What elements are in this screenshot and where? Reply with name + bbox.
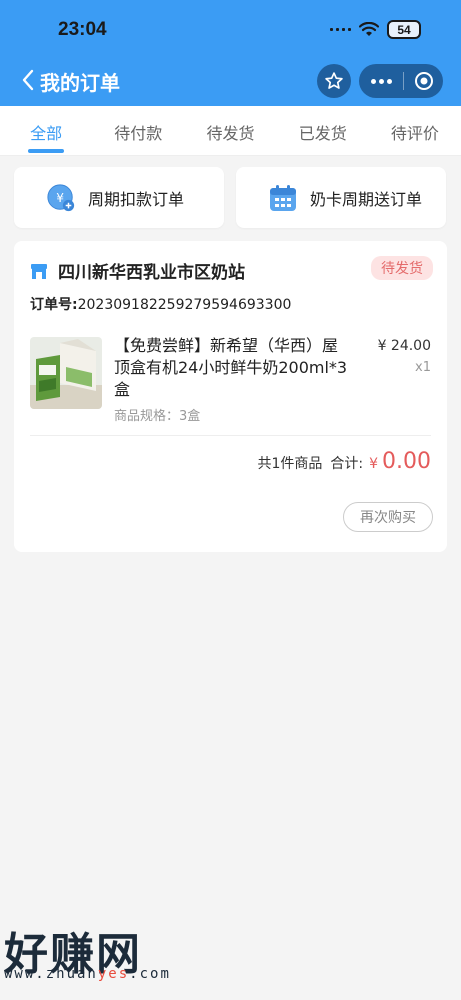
product-title[interactable]: 【免费尝鲜】新希望（华西）屋顶盒有机24小时鲜牛奶200ml*3盒 bbox=[114, 335, 352, 401]
battery-indicator: 54 bbox=[387, 20, 421, 39]
page-title: 我的订单 bbox=[40, 71, 120, 95]
order-number-label: 订单号: bbox=[30, 297, 78, 313]
watermark-url: www.zhuanyes.com bbox=[4, 966, 171, 982]
more-dots-icon[interactable] bbox=[359, 78, 403, 84]
miniprogram-capsule bbox=[359, 64, 443, 98]
yen-coin-icon: ¥ bbox=[46, 183, 76, 213]
tab-pending-review[interactable]: 待评价 bbox=[369, 106, 461, 155]
watermark-url-part: .com bbox=[129, 966, 171, 982]
product-spec: 商品规格：3盒 bbox=[114, 409, 201, 424]
quick-label: 奶卡周期送订单 bbox=[310, 189, 423, 209]
calendar-icon bbox=[268, 183, 298, 213]
tab-label: 全部 bbox=[30, 124, 63, 143]
chevron-left-icon[interactable] bbox=[22, 69, 34, 91]
total-amount: 0.00 bbox=[382, 449, 431, 474]
divider bbox=[30, 435, 431, 436]
tab-pending-shipment[interactable]: 待发货 bbox=[184, 106, 276, 155]
wifi-icon bbox=[359, 21, 379, 36]
order-total: 共1件商品 合计: ¥ 0.00 bbox=[257, 449, 431, 474]
status-icons: 54 bbox=[330, 20, 421, 39]
total-label: 合计: bbox=[330, 456, 364, 472]
total-currency: ¥ bbox=[369, 456, 379, 472]
status-badge: 待发货 bbox=[371, 256, 433, 280]
order-number: 订单号:20230918225927959469330​0 bbox=[30, 294, 291, 314]
tab-label: 待评价 bbox=[390, 124, 439, 143]
star-icon bbox=[325, 72, 343, 89]
quick-label: 周期扣款订单 bbox=[88, 189, 185, 209]
active-tab-indicator bbox=[28, 149, 65, 153]
order-number-value: 20230918225927959469330​0 bbox=[77, 297, 292, 313]
header: 23:04 54 我的订单 bbox=[0, 0, 461, 106]
svg-text:¥: ¥ bbox=[56, 190, 64, 204]
watermark-url-part: www.zhuan bbox=[4, 966, 98, 982]
signal-icon bbox=[330, 28, 351, 31]
buy-again-button[interactable]: 再次购买 bbox=[343, 502, 433, 532]
product-quantity: x1 bbox=[415, 360, 431, 375]
milk-card-delivery-orders-button[interactable]: 奶卡周期送订单 bbox=[236, 167, 446, 228]
close-miniprogram-button[interactable] bbox=[404, 71, 443, 91]
watermark-url-highlight: yes bbox=[97, 966, 130, 982]
tab-pending-payment[interactable]: 待付款 bbox=[92, 106, 184, 155]
tab-all[interactable]: 全部 bbox=[0, 106, 92, 155]
tab-label: 待发货 bbox=[206, 124, 255, 143]
store-row[interactable]: 四川新华西乳业市区奶站 bbox=[30, 258, 245, 283]
status-time: 23:04 bbox=[58, 19, 107, 40]
store-icon bbox=[31, 263, 47, 279]
order-tabs: 全部 待付款 待发货 已发货 待评价 bbox=[0, 106, 461, 156]
tab-shipped[interactable]: 已发货 bbox=[277, 106, 369, 155]
tab-label: 已发货 bbox=[298, 124, 347, 143]
periodic-deduction-orders-button[interactable]: ¥ 周期扣款订单 bbox=[14, 167, 224, 228]
target-circle-icon bbox=[414, 72, 433, 90]
favorite-button[interactable] bbox=[317, 64, 351, 98]
tab-label: 待付款 bbox=[114, 124, 163, 143]
order-card[interactable]: 四川新华西乳业市区奶站 待发货 订单号:20230918225927959469… bbox=[14, 241, 447, 552]
store-name: 四川新华西乳业市区奶站 bbox=[58, 263, 245, 283]
product-thumbnail[interactable] bbox=[30, 337, 102, 409]
product-price: ¥ 24.00 bbox=[377, 338, 431, 354]
item-count: 共1件商品 bbox=[257, 456, 323, 472]
